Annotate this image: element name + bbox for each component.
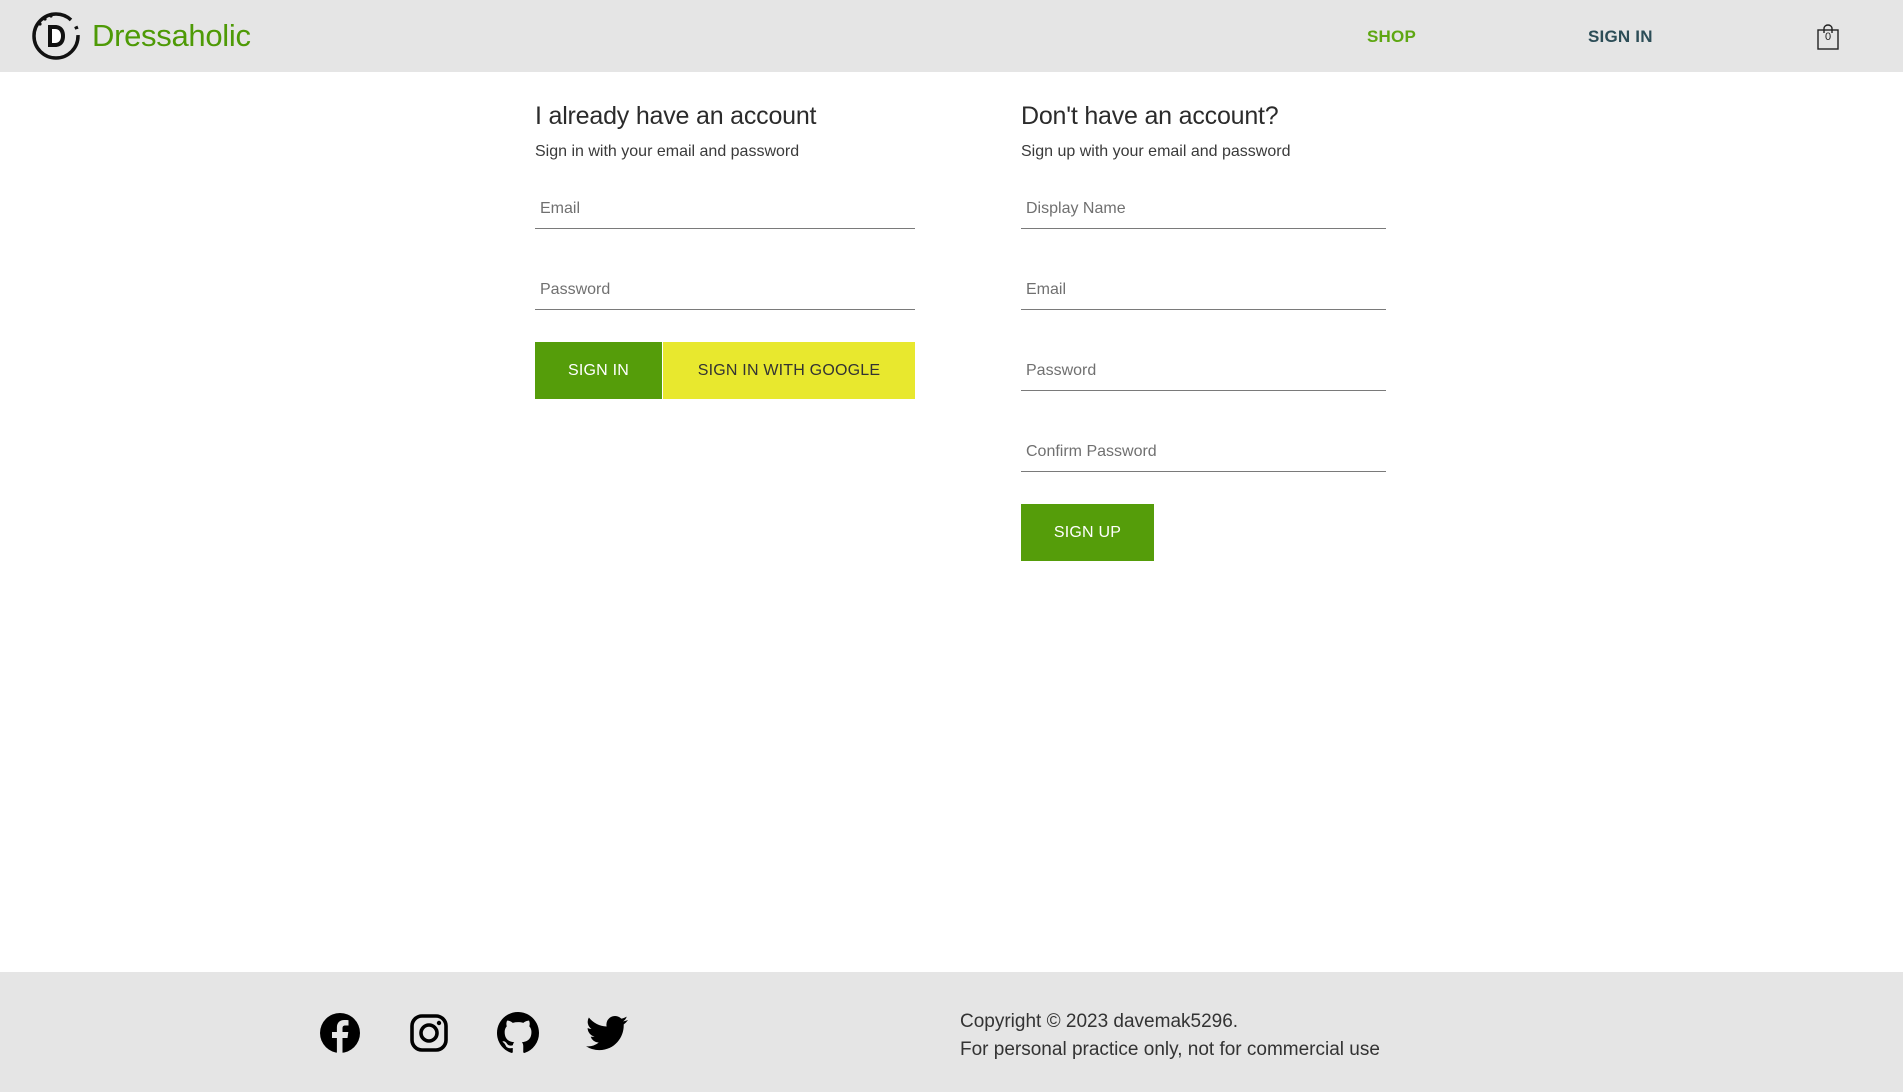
sign-up-password-field: [1021, 351, 1386, 391]
instagram-link[interactable]: [408, 1012, 450, 1054]
site-footer: Copyright © 2023 davemak5296. For person…: [0, 972, 1903, 1092]
sign-in-email-field: [535, 189, 915, 229]
copyright-block: Copyright © 2023 davemak5296. For person…: [960, 1008, 1380, 1064]
sign-in-title: I already have an account: [535, 102, 817, 130]
copyright-text: Copyright © 2023 davemak5296.: [960, 1011, 1239, 1032]
sign-in-password-input[interactable]: [535, 270, 915, 309]
sign-in-button[interactable]: SIGN IN: [535, 342, 662, 399]
site-header: Dressaholic SHOP SIGN IN 0: [0, 0, 1903, 72]
confirm-password-input[interactable]: [1021, 432, 1386, 471]
twitter-icon: [586, 1015, 628, 1051]
confirm-password-field: [1021, 432, 1386, 472]
sign-up-panel: Don't have an account? Sign up with your…: [1021, 101, 1386, 561]
sign-in-button-row: SIGN IN SIGN IN WITH GOOGLE: [535, 342, 915, 399]
nav-sign-in-link[interactable]: SIGN IN: [1588, 27, 1653, 47]
sign-up-email-field: [1021, 270, 1386, 310]
sign-in-panel: I already have an account Sign in with y…: [535, 101, 915, 399]
twitter-link[interactable]: [586, 1012, 628, 1054]
display-name-field: [1021, 189, 1386, 229]
cart-button[interactable]: 0: [1816, 24, 1840, 50]
github-icon: [497, 1012, 539, 1053]
instagram-icon: [410, 1014, 448, 1052]
sign-up-button[interactable]: SIGN UP: [1021, 504, 1154, 561]
usage-notice: For personal practice only, not for comm…: [960, 1039, 1380, 1060]
facebook-icon: [320, 1013, 360, 1054]
brand-name: Dressaholic: [92, 18, 251, 53]
cart-count: 0: [1824, 31, 1832, 43]
sign-up-subtitle: Sign up with your email and password: [1021, 143, 1291, 160]
sign-up-title: Don't have an account?: [1021, 102, 1279, 130]
sign-in-subtitle: Sign in with your email and password: [535, 143, 800, 160]
sign-up-password-input[interactable]: [1021, 351, 1386, 390]
logo-icon: [32, 12, 80, 60]
google-sign-in-button[interactable]: SIGN IN WITH GOOGLE: [663, 342, 915, 399]
sign-in-password-field: [535, 270, 915, 310]
sign-in-email-input[interactable]: [535, 189, 915, 228]
facebook-link[interactable]: [319, 1012, 361, 1054]
github-link[interactable]: [497, 1012, 539, 1054]
display-name-input[interactable]: [1021, 189, 1386, 228]
home-logo-link[interactable]: Dressaholic: [31, 11, 251, 61]
nav-shop-link[interactable]: SHOP: [1367, 27, 1416, 47]
sign-up-email-input[interactable]: [1021, 270, 1386, 309]
